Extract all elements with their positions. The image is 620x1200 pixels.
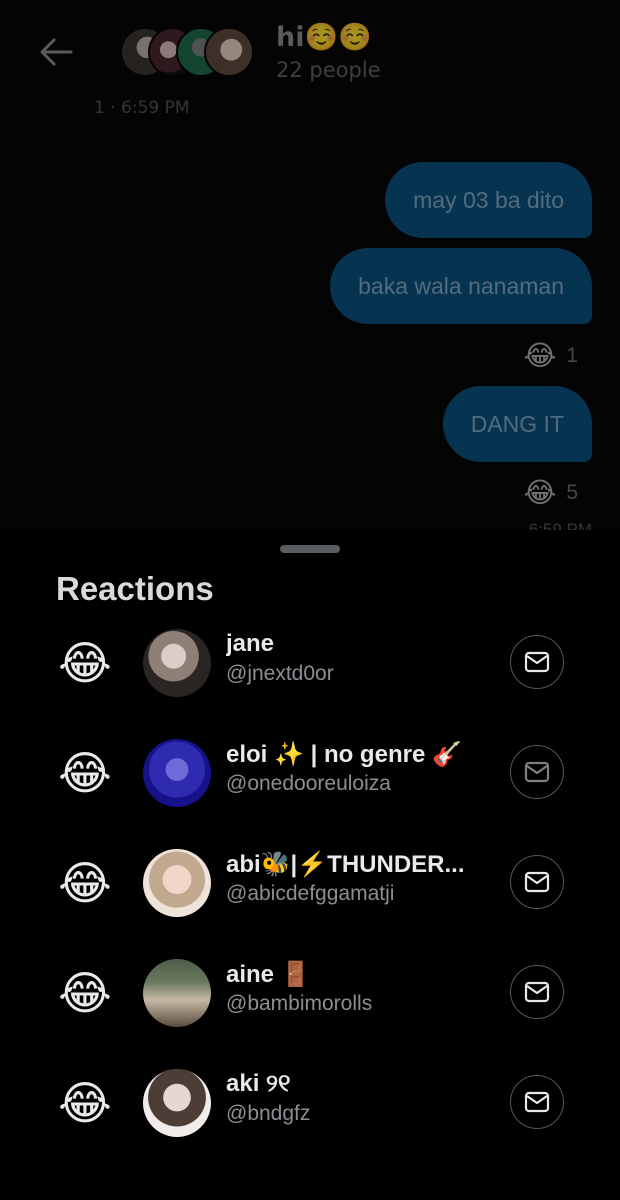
reaction-emoji: 😂 xyxy=(58,746,112,800)
message-reaction[interactable]: 😂 1 xyxy=(524,339,578,372)
reaction-count: 5 xyxy=(566,480,578,504)
avatar[interactable] xyxy=(143,739,211,807)
envelope-icon xyxy=(524,981,550,1003)
message-bubble[interactable]: baka wala nanaman xyxy=(330,248,592,324)
avatar[interactable] xyxy=(143,629,211,697)
avatar xyxy=(204,27,254,77)
message-button[interactable] xyxy=(510,855,564,909)
conversation-background: hi☺️☺️ 22 people 1 · 6:59 PM may 03 ba d… xyxy=(0,0,620,540)
reaction-list-item[interactable]: 😂 aki ୨୧ @bndgfz xyxy=(0,1050,620,1160)
arrow-left-icon xyxy=(40,38,73,66)
avatar[interactable] xyxy=(143,959,211,1027)
envelope-icon xyxy=(524,1091,550,1113)
user-display-name: aki ୨୧ xyxy=(226,1070,291,1097)
reaction-count: 1 xyxy=(566,343,578,367)
reaction-list-item[interactable]: 😂 eloi ✨ | no genre 🎸 @onedooreuloiza xyxy=(0,720,620,830)
message-reaction[interactable]: 😂 5 xyxy=(524,476,578,509)
reaction-emoji: 😂 xyxy=(58,1076,112,1130)
message-bubble[interactable]: may 03 ba dito xyxy=(385,162,592,238)
reaction-list-item[interactable]: 😂 abi🐝|⚡THUNDER... @abicdefggamatji xyxy=(0,830,620,940)
envelope-icon xyxy=(524,761,550,783)
group-avatars[interactable] xyxy=(120,27,254,77)
participant-count: 22 people xyxy=(276,58,381,82)
envelope-icon xyxy=(524,871,550,893)
conversation-header: hi☺️☺️ 22 people xyxy=(0,0,620,100)
user-display-name: eloi ✨ | no genre 🎸 xyxy=(226,741,462,768)
user-handle: @jnextd0or xyxy=(226,662,334,685)
message-bubble[interactable]: DANG IT xyxy=(442,386,592,462)
reactions-sheet: Reactions 😂 jane @jnextd0or 😂 eloi ✨ | n… xyxy=(0,530,620,1200)
reaction-list-item[interactable]: 😂 aine 🚪 @bambimorolls xyxy=(0,940,620,1050)
reaction-emoji: 😂 xyxy=(523,339,557,372)
message-button[interactable] xyxy=(510,965,564,1019)
user-handle: @bambimorolls xyxy=(226,992,373,1015)
message-timestamp: 1 · 6:59 PM xyxy=(94,98,190,118)
reaction-emoji: 😂 xyxy=(58,966,112,1020)
user-display-name: jane xyxy=(226,630,275,657)
back-button[interactable] xyxy=(34,30,78,74)
reaction-list-item[interactable]: 😂 jane @jnextd0or xyxy=(0,610,620,720)
envelope-icon xyxy=(524,651,550,673)
conversation-title: hi☺️☺️ xyxy=(276,22,372,53)
conversation-title-block[interactable]: hi☺️☺️ 22 people xyxy=(276,20,381,84)
user-display-name: abi🐝|⚡THUNDER... xyxy=(226,851,465,878)
message-button[interactable] xyxy=(510,745,564,799)
user-display-name: aine 🚪 xyxy=(226,961,311,988)
user-handle: @abicdefggamatji xyxy=(226,882,395,905)
user-handle: @bndgfz xyxy=(226,1102,311,1125)
avatar[interactable] xyxy=(143,849,211,917)
user-handle: @onedooreuloiza xyxy=(226,772,391,795)
reaction-emoji: 😂 xyxy=(523,476,557,509)
reaction-emoji: 😂 xyxy=(58,636,112,690)
message-button[interactable] xyxy=(510,1075,564,1129)
sheet-title: Reactions xyxy=(56,570,214,607)
reaction-emoji: 😂 xyxy=(58,856,112,910)
drag-handle[interactable] xyxy=(280,545,340,553)
avatar[interactable] xyxy=(143,1069,211,1137)
message-button[interactable] xyxy=(510,635,564,689)
